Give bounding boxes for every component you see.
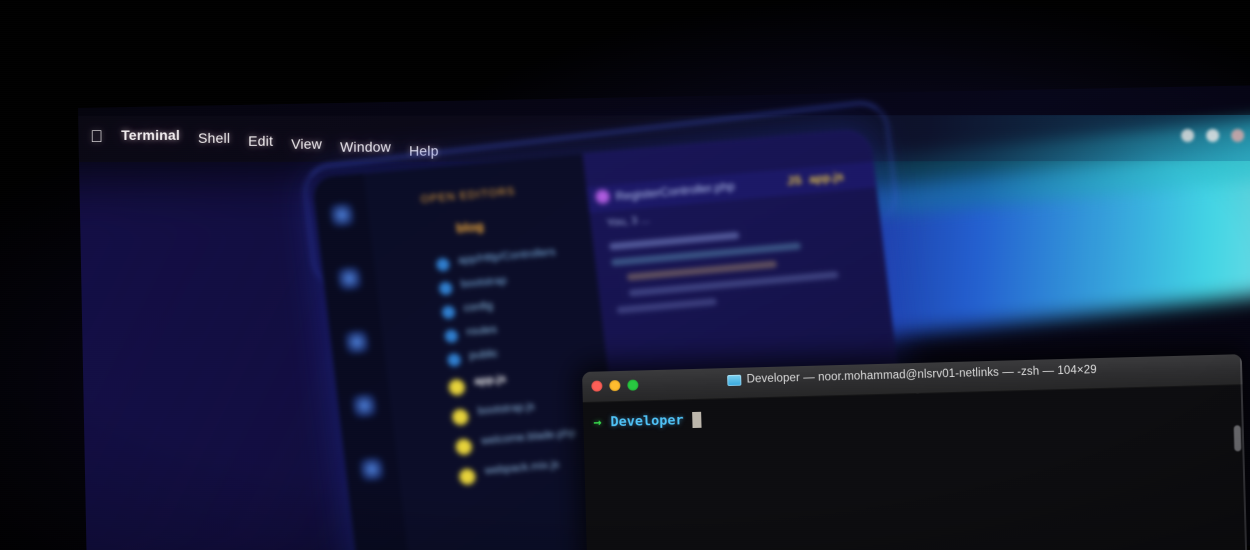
- js-file-marker: [447, 378, 466, 397]
- prompt-cwd: Developer: [610, 412, 684, 431]
- tab-app-js-icon-label: JS: [786, 172, 803, 189]
- terminal-cursor[interactable]: [692, 411, 702, 429]
- terminal-window[interactable]: Developer — noor.mohammad@nlsrv01-netlin…: [582, 354, 1248, 550]
- photo-of-macos-desktop:  Terminal Shell Edit View Window Help: [0, 0, 1250, 550]
- list-item[interactable]: webpack.mix.js: [484, 459, 560, 478]
- menu-item-window[interactable]: Window: [340, 139, 391, 155]
- file-marker: [444, 329, 459, 344]
- explorer-icon[interactable]: [328, 201, 356, 228]
- extensions-icon[interactable]: [358, 456, 386, 483]
- list-item[interactable]: welcome.blade.php: [481, 427, 577, 447]
- debug-icon[interactable]: [350, 392, 378, 419]
- tab-register-controller[interactable]: RegisterController.php: [615, 179, 736, 204]
- menu-item-shell[interactable]: Shell: [198, 130, 230, 146]
- menu-item-terminal[interactable]: Terminal: [121, 127, 180, 143]
- list-item[interactable]: app/Http/Controllers: [457, 246, 556, 267]
- search-icon[interactable]: [336, 265, 363, 292]
- js-file-marker: [451, 408, 470, 426]
- list-item[interactable]: public: [469, 348, 499, 362]
- menu-item-help[interactable]: Help: [409, 143, 439, 159]
- menu-item-edit[interactable]: Edit: [248, 133, 273, 149]
- battery-icon[interactable]: [1181, 129, 1195, 143]
- folder-icon: [727, 374, 742, 386]
- wifi-icon[interactable]: [1206, 129, 1220, 143]
- menu-item-view[interactable]: View: [291, 136, 322, 152]
- file-marker: [446, 352, 462, 368]
- prompt-arrow-icon: →: [593, 414, 602, 431]
- code-lens-text: You, 3 ...: [606, 213, 651, 230]
- code-line: [609, 231, 740, 251]
- file-marker: [438, 281, 453, 296]
- tab-app-js[interactable]: app.js: [808, 169, 844, 186]
- php-file-icon: [594, 189, 611, 205]
- terminal-scrollbar[interactable]: [1233, 425, 1242, 452]
- apple-menu-icon[interactable]: : [90, 127, 103, 147]
- sidebar-header: OPEN EDITORS: [420, 185, 517, 206]
- js-file-marker: [458, 468, 477, 486]
- terminal-body[interactable]: → Developer: [582, 385, 1248, 550]
- list-item[interactable]: bootstrap: [460, 275, 507, 291]
- list-item[interactable]: bootstrap.js: [477, 401, 535, 418]
- file-marker: [435, 257, 451, 272]
- code-line: [616, 297, 718, 314]
- window-title-text: Developer — noor.mohammad@nlsrv01-netlin…: [746, 364, 1097, 386]
- sidebar-root-folder[interactable]: blog: [455, 218, 484, 235]
- menu-bar-status-icons[interactable]: [1181, 128, 1245, 143]
- file-marker: [441, 305, 456, 320]
- control-center-icon[interactable]: [1231, 128, 1245, 142]
- list-item[interactable]: routes: [466, 324, 498, 339]
- list-item[interactable]: config: [463, 300, 494, 315]
- js-file-marker: [454, 438, 473, 456]
- list-item-active[interactable]: app.js: [474, 373, 507, 388]
- source-control-icon[interactable]: [343, 329, 371, 356]
- shell-prompt[interactable]: → Developer: [593, 411, 702, 431]
- menu-items:  Terminal Shell Edit View Window Help: [90, 126, 438, 159]
- editor-tab-row[interactable]: RegisterController.php JS app.js: [586, 160, 889, 213]
